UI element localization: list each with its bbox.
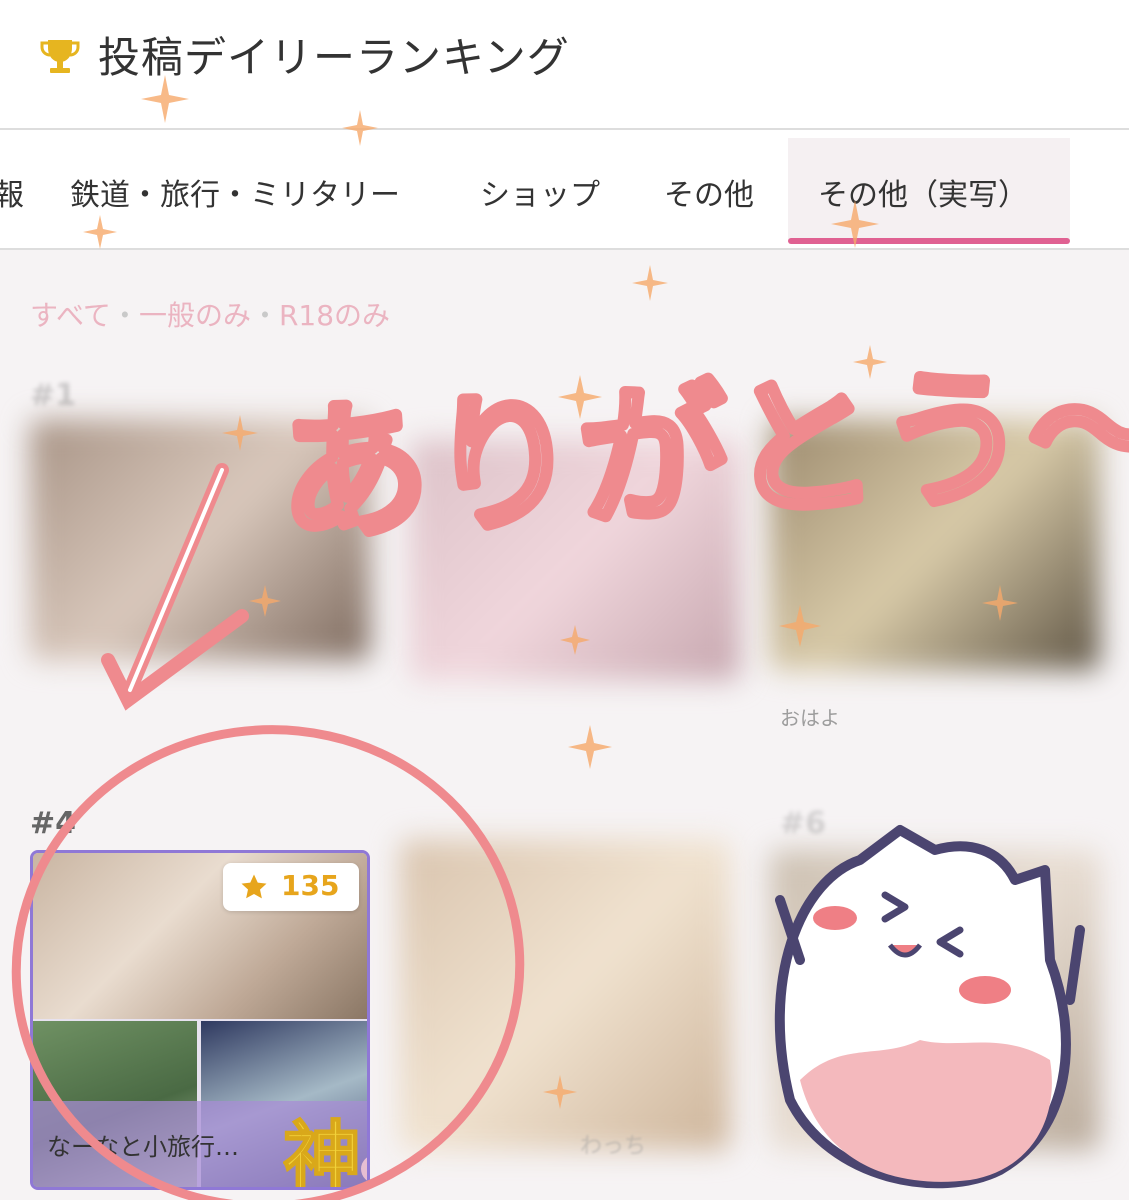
filter-separator: ・: [250, 299, 279, 332]
blurred-card-5[interactable]: [400, 840, 730, 1150]
page-header: 投稿デイリーランキング: [0, 0, 1129, 130]
featured-post-card[interactable]: なーなと小旅行… 135 神: [30, 850, 370, 1190]
tab-railway-travel-military[interactable]: 鉄道・旅行・ミリタリー: [70, 170, 400, 214]
filter-r18[interactable]: R18のみ: [279, 299, 390, 332]
star-icon: [241, 874, 267, 899]
trophy-icon: [40, 40, 80, 73]
filter-row: すべて・一般のみ・R18のみ: [30, 294, 390, 334]
blurred-caption-5: わっち: [580, 1134, 647, 1159]
blurred-card-3[interactable]: [770, 420, 1100, 670]
filter-all[interactable]: すべて: [30, 299, 111, 332]
kami-stamp-icon: 神: [283, 1113, 367, 1187]
tab-shop[interactable]: ショップ: [480, 170, 600, 214]
blurred-card-1[interactable]: [30, 420, 370, 660]
star-count: 135: [281, 869, 340, 902]
blurred-caption-3: おはよ: [780, 706, 840, 730]
blurred-card-6[interactable]: [770, 850, 1100, 1150]
blurred-card-2[interactable]: [410, 440, 740, 680]
tab-other[interactable]: その他: [664, 170, 754, 214]
category-tabs: 報 鉄道・旅行・ミリタリー ショップ その他 その他（実写）: [0, 130, 1129, 250]
filter-general[interactable]: 一般のみ: [139, 299, 251, 332]
rank-label-1: #1: [30, 378, 77, 413]
rank-label-4: #4: [30, 806, 77, 841]
post-caption: なーなと小旅行…: [47, 1133, 239, 1161]
star-count-badge: 135: [223, 863, 359, 911]
rank-label-6: #6: [780, 806, 827, 841]
tab-other-live-action[interactable]: その他（実写）: [818, 170, 1028, 214]
tab-news[interactable]: 報: [0, 170, 24, 214]
active-tab-indicator: [788, 238, 1070, 244]
kami-stamp-text: 神: [283, 1114, 361, 1187]
page-title: 投稿デイリーランキング: [98, 33, 570, 82]
filter-separator: ・: [110, 299, 139, 332]
